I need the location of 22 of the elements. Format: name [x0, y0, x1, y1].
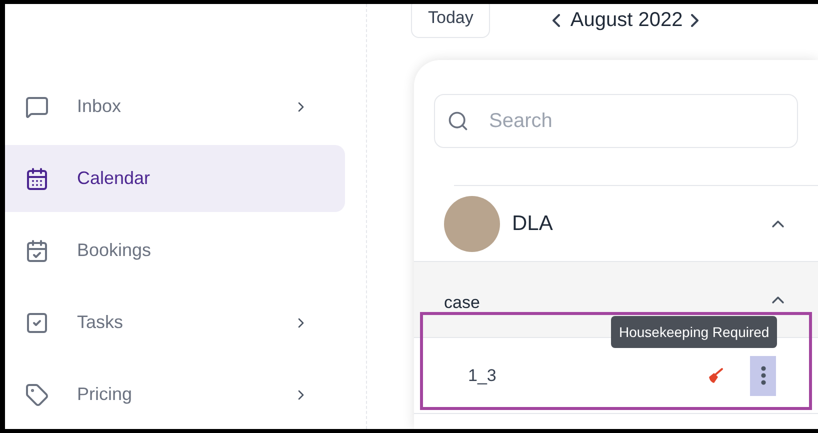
tooltip: Housekeeping Required [611, 316, 778, 348]
calendar-check-icon [25, 238, 49, 262]
checkbox-icon [25, 310, 49, 334]
chevron-left-icon [552, 14, 560, 26]
sidebar-item[interactable]: Tasks [5, 289, 345, 356]
kebab-menu-icon [760, 366, 766, 385]
sidebar-item[interactable]: Bookings [5, 217, 345, 284]
sidebar-item[interactable]: Pricing [5, 361, 345, 428]
search-input[interactable]: Search [489, 106, 785, 136]
calendar-icon [25, 166, 49, 190]
today-button[interactable]: Today [411, 4, 490, 38]
tag-icon [25, 382, 49, 406]
search-field[interactable]: Search [434, 94, 798, 148]
previous-month-button[interactable] [552, 14, 560, 26]
search-icon [447, 110, 469, 132]
sidebar-item[interactable]: Inbox [5, 73, 345, 140]
more-options-button[interactable] [750, 356, 776, 396]
chevron-right-icon [690, 14, 699, 26]
chat-bubble-icon [25, 94, 49, 118]
sidebar-item[interactable]: Calendar [5, 145, 345, 212]
next-month-button[interactable] [690, 14, 699, 26]
month-label: August 2022 [570, 8, 683, 33]
